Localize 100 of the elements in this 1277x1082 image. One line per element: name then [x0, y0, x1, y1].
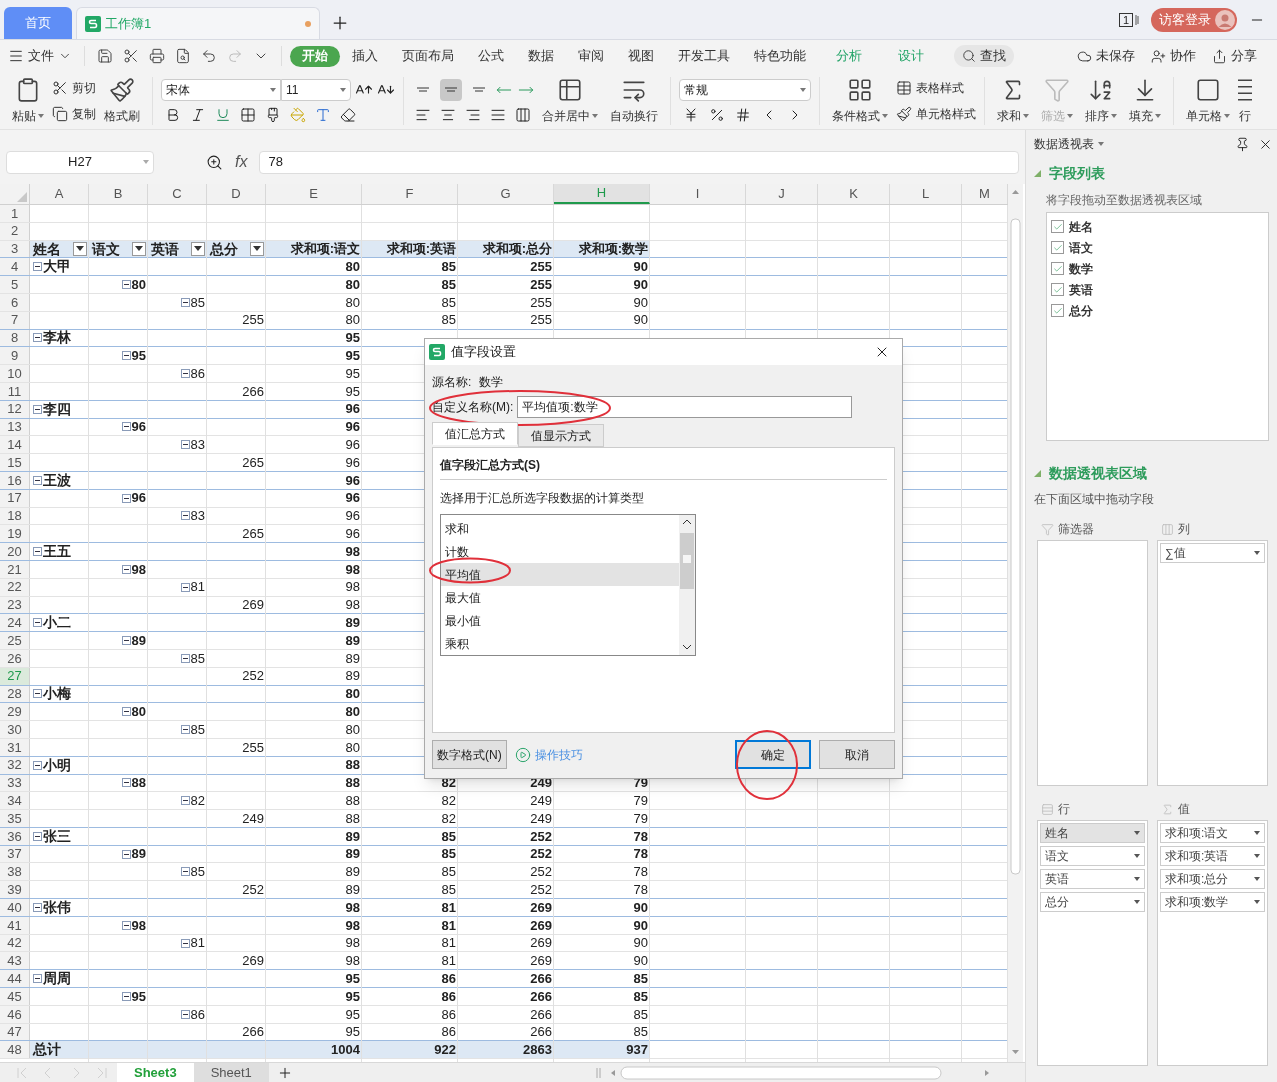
- area-field[interactable]: 总分: [1040, 892, 1145, 912]
- collapse-icon[interactable]: [33, 547, 42, 557]
- dialog-tab[interactable]: 值显示方式: [518, 424, 604, 447]
- zoom-icon[interactable]: [206, 153, 223, 171]
- summary-option[interactable]: 求和: [441, 517, 679, 540]
- currency-icon[interactable]: [683, 106, 699, 123]
- collapse-icon[interactable]: [33, 333, 42, 343]
- row-number[interactable]: 9: [0, 347, 30, 365]
- collapse-icon[interactable]: [180, 440, 190, 450]
- column-header[interactable]: B: [89, 184, 148, 204]
- drop-area[interactable]: 求和项:语文 求和项:英语 求和项:总分 求和项:数学: [1157, 820, 1268, 1066]
- filter-dropdown-button[interactable]: [132, 242, 146, 256]
- ribbon-tab[interactable]: 特色功能: [742, 45, 818, 67]
- column-header[interactable]: I: [650, 184, 746, 204]
- collapse-icon[interactable]: [121, 636, 131, 646]
- fill-color-icon[interactable]: [290, 106, 306, 123]
- column-header[interactable]: J: [746, 184, 818, 204]
- font-select[interactable]: 宋体: [161, 78, 281, 101]
- area-field[interactable]: 求和项:英语: [1160, 846, 1265, 866]
- drop-area[interactable]: 姓名 语文 英语 总分: [1037, 820, 1148, 1066]
- row-number[interactable]: 1: [0, 205, 30, 222]
- row-number[interactable]: 45: [0, 988, 30, 1005]
- collapse-icon[interactable]: [33, 760, 42, 770]
- bold-icon[interactable]: [165, 106, 181, 123]
- ribbon-tab[interactable]: 插入: [340, 45, 390, 67]
- print-icon[interactable]: [149, 48, 165, 64]
- row-number[interactable]: 5: [0, 276, 30, 293]
- cloud-icon[interactable]: [1077, 48, 1092, 64]
- collapse-icon[interactable]: [33, 262, 42, 272]
- row-number[interactable]: 30: [0, 721, 30, 738]
- ribbon-tab[interactable]: 页面布局: [390, 45, 466, 67]
- collapse-icon[interactable]: [180, 1009, 190, 1019]
- row-number[interactable]: 24: [0, 614, 30, 632]
- collapse-icon[interactable]: [121, 493, 131, 503]
- ok-button[interactable]: 确定: [735, 740, 811, 769]
- area-field[interactable]: ∑值: [1160, 543, 1265, 563]
- column-header[interactable]: C: [148, 184, 207, 204]
- row-number[interactable]: 4: [0, 258, 30, 276]
- unsaved-button[interactable]: 未保存: [1077, 46, 1135, 66]
- paste-button[interactable]: 粘贴: [8, 76, 48, 125]
- collapse-icon[interactable]: [33, 689, 42, 699]
- collapse-icon[interactable]: [33, 903, 42, 912]
- scrollbar[interactable]: [679, 515, 695, 655]
- italic-icon[interactable]: [190, 106, 206, 123]
- summary-option[interactable]: 最小值: [441, 609, 679, 632]
- row-number[interactable]: 38: [0, 863, 30, 881]
- collapse-icon[interactable]: [180, 725, 190, 734]
- column-header[interactable]: K: [818, 184, 890, 204]
- rows-columns-button[interactable]: 行: [1238, 76, 1252, 125]
- share-icon[interactable]: [1212, 48, 1227, 64]
- sort-button[interactable]: 排序: [1081, 76, 1121, 125]
- number-format-button[interactable]: 数字格式(N): [432, 740, 507, 769]
- collapse-icon[interactable]: [180, 796, 190, 806]
- collapse-icon[interactable]: [121, 422, 131, 432]
- field-checkbox[interactable]: [1051, 262, 1064, 275]
- font-size-select[interactable]: 11: [281, 78, 351, 101]
- area-field[interactable]: 求和项:总分: [1160, 869, 1265, 889]
- search-button[interactable]: 查找: [954, 45, 1014, 67]
- summary-list[interactable]: 求和 计数 平均值 最大值 最小值 乘积: [440, 514, 696, 656]
- column-header[interactable]: L: [890, 184, 962, 204]
- drop-area[interactable]: ∑值: [1157, 540, 1268, 786]
- field-checkbox[interactable]: [1051, 220, 1064, 233]
- collapse-icon[interactable]: [121, 564, 131, 574]
- sheet-tab[interactable]: Sheet3: [117, 1062, 194, 1082]
- section-toggle-icon[interactable]: [1034, 470, 1041, 477]
- collapse-icon[interactable]: [121, 351, 131, 361]
- collapse-icon[interactable]: [33, 974, 42, 984]
- collapse-icon[interactable]: [180, 582, 190, 592]
- field-checkbox[interactable]: [1051, 241, 1064, 254]
- file-menu[interactable]: 文件: [8, 46, 80, 66]
- cell-style-button[interactable]: 单元格样式: [896, 104, 976, 123]
- vertical-align-button[interactable]: [440, 78, 462, 101]
- ribbon-tab[interactable]: 数据: [516, 45, 566, 67]
- scrollbar[interactable]: [1008, 184, 1023, 1062]
- field-checkbox[interactable]: [1051, 304, 1064, 317]
- menu-icon[interactable]: [8, 48, 24, 64]
- filter-dropdown-button[interactable]: [250, 242, 264, 256]
- row-number[interactable]: 10: [0, 365, 30, 382]
- filter-dropdown-button[interactable]: [191, 242, 205, 256]
- filter-dropdown-button[interactable]: [73, 242, 87, 256]
- area-field[interactable]: 姓名: [1040, 823, 1145, 843]
- collapse-icon[interactable]: [180, 867, 190, 877]
- table-style-button[interactable]: 表格样式: [896, 78, 976, 97]
- dialog-tab[interactable]: 值汇总方式: [432, 422, 518, 445]
- column-header[interactable]: A: [30, 184, 89, 204]
- collapse-icon[interactable]: [121, 991, 131, 1001]
- sum-button[interactable]: 求和: [993, 76, 1033, 125]
- column-header[interactable]: E: [266, 184, 362, 204]
- collapse-icon[interactable]: [180, 653, 190, 663]
- collapse-icon[interactable]: [180, 938, 190, 948]
- number-format-select[interactable]: 常规: [679, 78, 811, 101]
- function-button[interactable]: fx: [235, 150, 248, 174]
- area-field[interactable]: 求和项:数学: [1160, 892, 1265, 912]
- summary-option[interactable]: 最大值: [441, 586, 679, 609]
- row-number[interactable]: 48: [0, 1041, 30, 1059]
- collapse-icon[interactable]: [121, 920, 131, 930]
- row-number[interactable]: 44: [0, 970, 30, 988]
- row-number[interactable]: 29: [0, 703, 30, 721]
- field-checkbox[interactable]: [1051, 283, 1064, 296]
- summary-option[interactable]: 计数: [441, 540, 679, 563]
